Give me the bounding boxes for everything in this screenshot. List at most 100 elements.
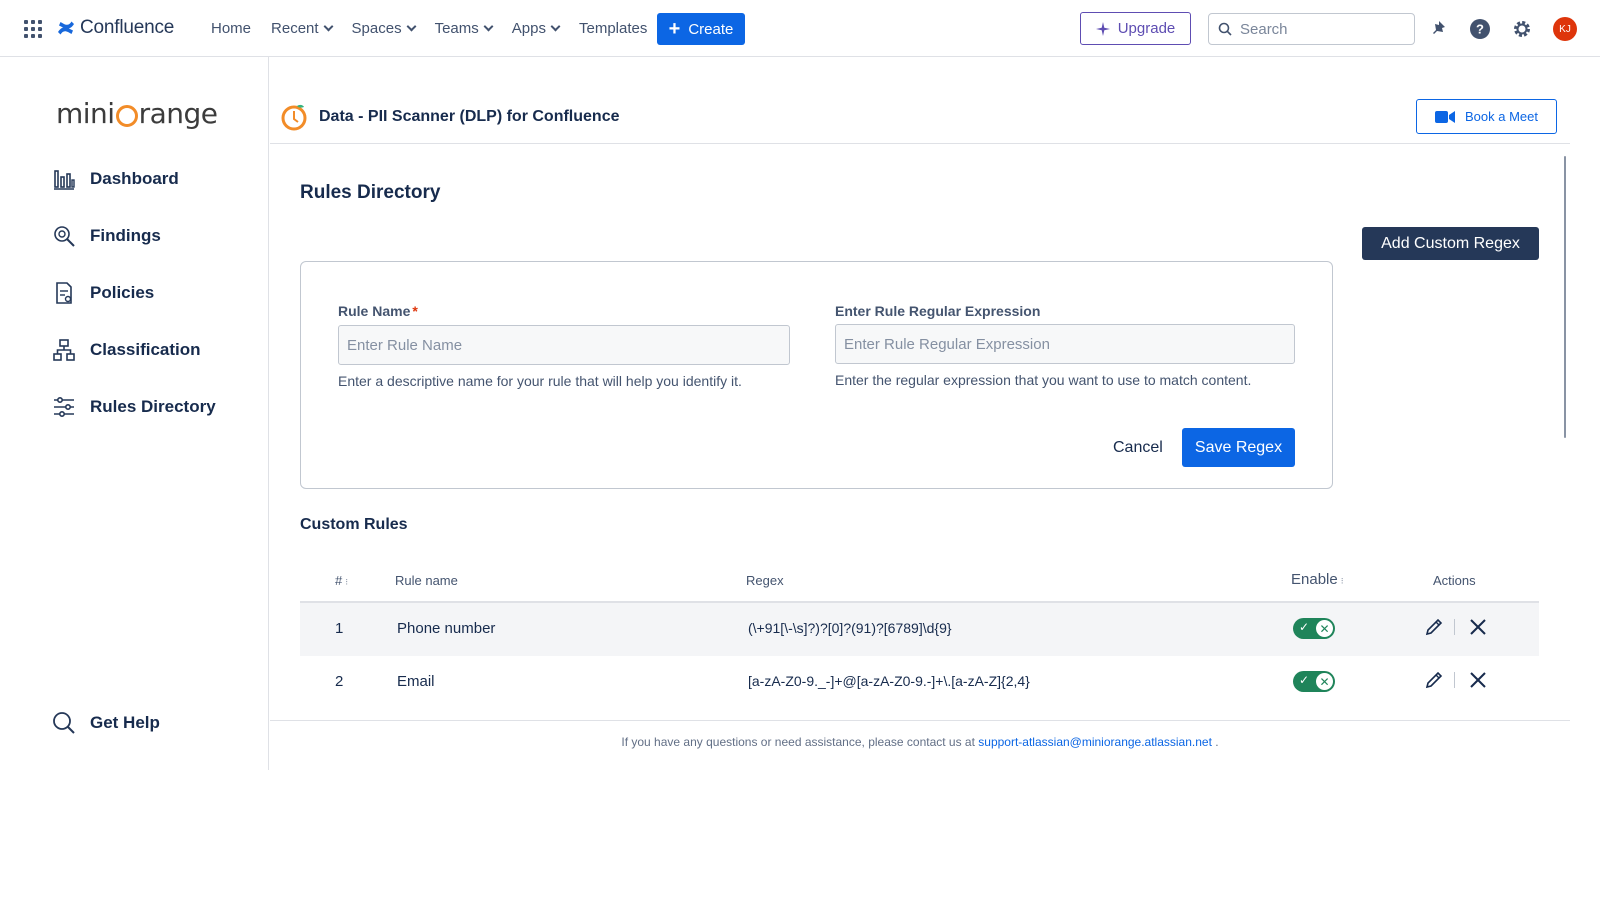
rule-name-input[interactable] — [338, 325, 790, 365]
book-a-meet-label: Book a Meet — [1465, 109, 1538, 124]
user-avatar[interactable]: KJ — [1553, 17, 1577, 41]
table-row: 2 Email [a-zA-Z0-9._-]+@[a-zA-Z0-9.-]+\.… — [300, 656, 1539, 709]
logo-text-right: range — [138, 97, 218, 130]
regex-input[interactable] — [835, 324, 1295, 364]
sparkle-icon — [1095, 21, 1110, 36]
nav-home[interactable]: Home — [211, 20, 251, 37]
sidebar: mini range Dashboard Findings Policies Cl… — [0, 57, 269, 770]
row-number: 1 — [335, 620, 344, 637]
delete-close-icon[interactable] — [1468, 617, 1488, 641]
chevron-down-icon — [550, 21, 561, 32]
nav-home-label: Home — [211, 20, 252, 37]
regex-label: Enter Rule Regular Expression — [835, 303, 1041, 319]
app-header: Data - PII Scanner (DLP) for Confluence … — [270, 90, 1570, 144]
table-row: 1 Phone number (\+91[\-\s]?)?[0]?(91)?[6… — [300, 603, 1539, 656]
sidebar-item-label: Dashboard — [90, 169, 179, 188]
table-header: # ⁝ Rule name Regex Enable ⁝ Actions — [300, 565, 1539, 603]
confluence-logo[interactable]: Confluence — [56, 17, 174, 39]
check-icon: ✓ — [1299, 620, 1310, 634]
column-header-enable[interactable]: Enable ⁝ — [1291, 571, 1344, 588]
get-help-label: Get Help — [90, 713, 160, 732]
scrollbar[interactable] — [1564, 156, 1566, 438]
column-header-actions: Actions — [1433, 573, 1476, 588]
sidebar-item-rules-directory[interactable]: Rules Directory — [52, 395, 216, 419]
orange-icon — [115, 104, 138, 127]
nav-templates[interactable]: Templates — [579, 20, 647, 37]
sidebar-item-findings[interactable]: Findings — [52, 224, 161, 248]
search-icon — [53, 712, 75, 734]
nav-spaces-label: Spaces — [351, 20, 402, 37]
rule-name-cell: Email — [397, 673, 435, 690]
video-camera-icon — [1435, 110, 1455, 123]
sidebar-item-classification[interactable]: Classification — [52, 338, 201, 362]
sidebar-item-policies[interactable]: Policies — [52, 281, 154, 305]
confluence-icon — [58, 21, 74, 35]
sliders-icon — [54, 396, 74, 417]
chevron-down-icon — [406, 21, 417, 32]
enable-toggle[interactable]: ✓ ✕ — [1293, 671, 1335, 692]
sort-icon: ⁝ — [1340, 576, 1344, 586]
enable-toggle[interactable]: ✓ ✕ — [1293, 618, 1335, 639]
miniorange-logo: mini range — [56, 97, 218, 130]
app-switcher-icon[interactable] — [24, 20, 42, 38]
column-header-num-label: # — [335, 573, 343, 588]
search-icon — [1218, 22, 1232, 36]
check-icon: ✓ — [1299, 673, 1310, 687]
edit-pencil-icon[interactable] — [1424, 617, 1444, 641]
sidebar-item-label: Findings — [90, 226, 161, 245]
upgrade-label: Upgrade — [1117, 20, 1176, 37]
rule-name-cell: Phone number — [397, 620, 496, 637]
custom-rules-heading: Custom Rules — [300, 516, 408, 533]
search-placeholder: Search — [1240, 20, 1288, 38]
custom-regex-form: Rule Name* Enter a descriptive name for … — [300, 261, 1333, 489]
search-input[interactable]: Search — [1208, 13, 1415, 45]
top-navigation: Confluence Home Recent Spaces Teams Apps… — [0, 0, 1600, 57]
rule-name-label-text: Rule Name — [338, 303, 411, 319]
page-title: Rules Directory — [300, 182, 441, 203]
plus-icon: + — [668, 18, 681, 40]
get-help-link[interactable]: Get Help — [52, 711, 160, 735]
create-button[interactable]: + Create — [657, 13, 745, 45]
close-icon: ✕ — [1316, 673, 1333, 690]
app-title: Data - PII Scanner (DLP) for Confluence — [279, 102, 619, 132]
nav-teams-label: Teams — [434, 20, 479, 37]
nav-apps[interactable]: Apps — [511, 20, 561, 37]
chevron-down-icon — [323, 21, 333, 32]
column-header-regex: Regex — [746, 573, 784, 588]
upgrade-button[interactable]: Upgrade — [1080, 12, 1191, 45]
document-icon — [56, 282, 72, 304]
chevron-down-icon — [483, 21, 494, 32]
add-custom-regex-button[interactable]: Add Custom Regex — [1362, 227, 1539, 260]
nav-teams[interactable]: Teams — [434, 20, 494, 37]
delete-close-icon[interactable] — [1468, 670, 1488, 694]
footer-divider — [270, 720, 1570, 721]
nav-apps-label: Apps — [511, 20, 546, 37]
action-divider — [1454, 672, 1455, 688]
magnifier-icon — [54, 226, 75, 247]
orange-icon — [281, 104, 307, 131]
notifications-icon[interactable] — [1427, 17, 1451, 41]
column-header-num[interactable]: # ⁝ — [335, 573, 348, 588]
save-regex-button[interactable]: Save Regex — [1182, 428, 1295, 467]
custom-rules-table: # ⁝ Rule name Regex Enable ⁝ Actions 1 Pho… — [300, 565, 1539, 709]
support-email-link[interactable]: support-atlassian@miniorange.atlassian.n… — [978, 735, 1212, 749]
sidebar-item-label: Rules Directory — [90, 397, 216, 416]
cancel-button[interactable]: Cancel — [1113, 439, 1163, 457]
app-title-text: Data - PII Scanner (DLP) for Confluence — [319, 108, 620, 125]
main-nav: Home Recent Spaces Teams Apps Templates — [211, 20, 667, 37]
regex-cell: (\+91[\-\s]?)?[0]?(91)?[6789]\d{9} — [748, 620, 952, 636]
footer-text: If you have any questions or need assist… — [621, 735, 975, 749]
edit-pencil-icon[interactable] — [1424, 670, 1444, 694]
row-number: 2 — [335, 673, 344, 690]
nav-recent[interactable]: Recent — [271, 20, 333, 37]
logo-text-left: mini — [56, 97, 115, 130]
settings-gear-icon[interactable] — [1510, 17, 1534, 41]
sidebar-item-dashboard[interactable]: Dashboard — [52, 167, 179, 191]
book-a-meet-button[interactable]: Book a Meet — [1416, 99, 1557, 134]
rule-name-label: Rule Name * — [338, 303, 418, 319]
help-icon[interactable]: ? — [1468, 17, 1492, 41]
hierarchy-icon — [53, 339, 75, 361]
bar-chart-icon — [54, 170, 75, 190]
create-label: Create — [688, 20, 734, 38]
nav-spaces[interactable]: Spaces — [351, 20, 417, 37]
